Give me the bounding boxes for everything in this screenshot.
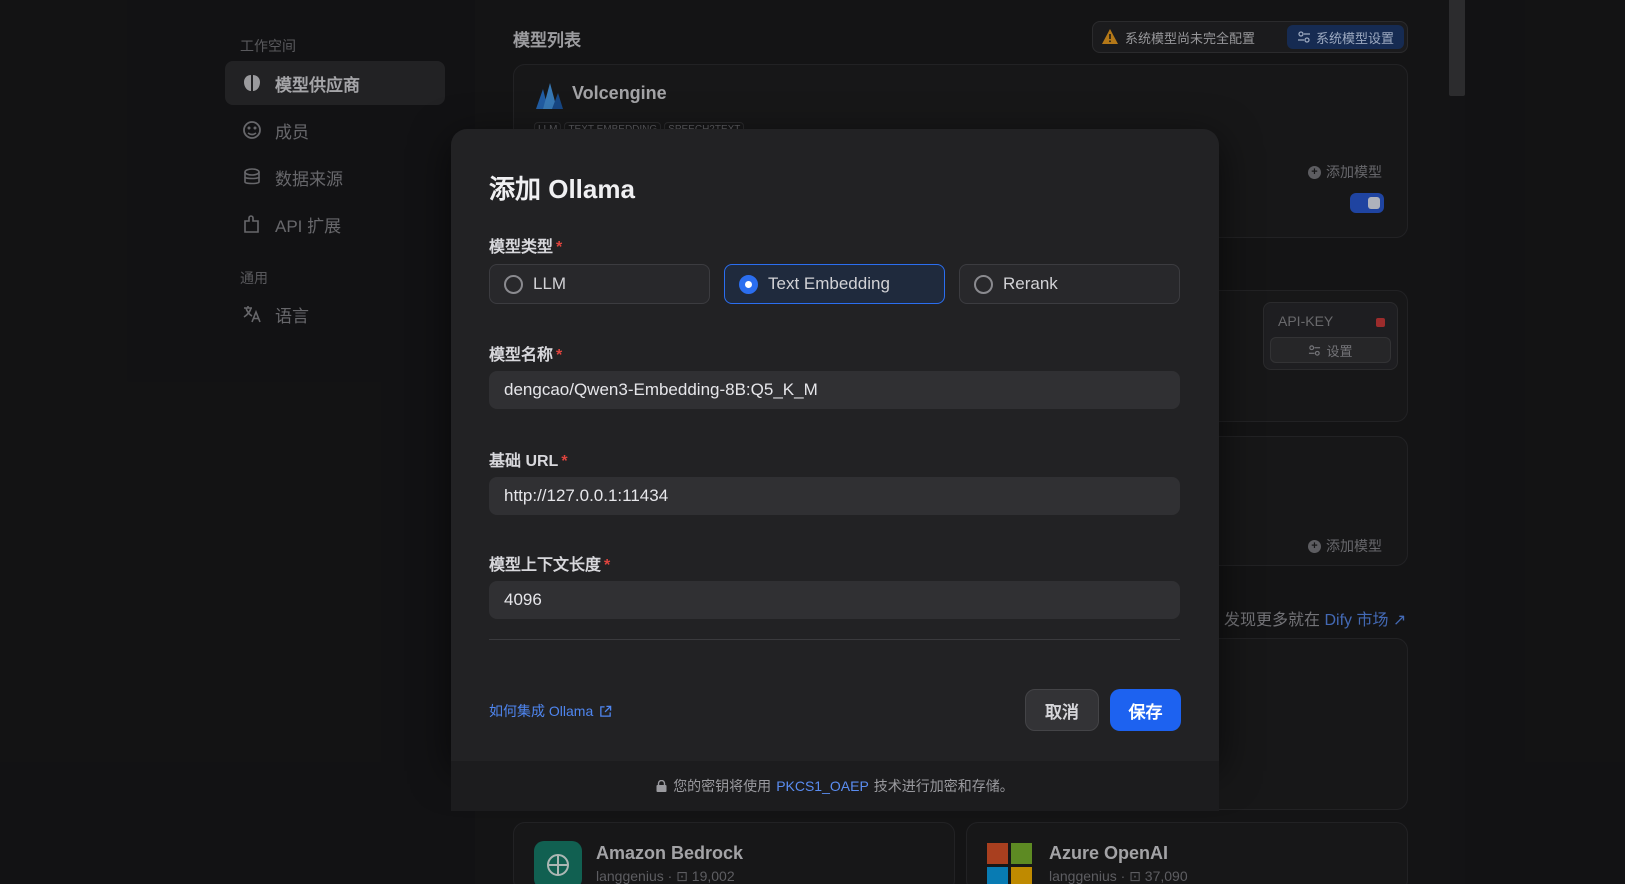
radio-option-llm[interactable]: LLM xyxy=(489,264,710,304)
radio-circle xyxy=(504,274,523,294)
pkcs1-link[interactable]: PKCS1_OAEP xyxy=(776,778,869,794)
radio-option-text-embedding[interactable]: Text Embedding xyxy=(724,264,945,304)
model-name-label: 模型名称 * xyxy=(489,341,562,365)
model-name-label-text: 模型名称 xyxy=(489,347,554,364)
radio-circle xyxy=(739,274,758,294)
base-url-label: 基础 URL * xyxy=(489,447,568,471)
radio-label: LLM xyxy=(533,274,567,293)
radio-label: Text Embedding xyxy=(768,274,890,293)
model-type-label: 模型类型 * xyxy=(489,233,562,257)
context-length-label: 模型上下文长度 * xyxy=(489,551,610,575)
required-mark: * xyxy=(561,453,568,470)
add-ollama-dialog: 添加 Ollama 模型类型 * LLM Text Embedding Reran… xyxy=(451,129,1219,761)
radio-circle xyxy=(974,274,993,294)
required-mark: * xyxy=(604,557,611,574)
encryption-notice: 您的密钥将使用 PKCS1_OAEP 技术进行加密和存储。 xyxy=(451,761,1219,811)
external-link-icon xyxy=(600,705,612,717)
model-type-label-text: 模型类型 xyxy=(489,239,554,256)
model-name-input[interactable]: dengcao/Qwen3-Embedding-8B:Q5_K_M xyxy=(489,371,1180,409)
encryption-text-prefix: 您的密钥将使用 xyxy=(673,778,772,794)
encryption-text-suffix: 技术进行加密和存储。 xyxy=(873,778,1014,794)
save-button[interactable]: 保存 xyxy=(1110,689,1181,731)
context-length-input[interactable]: 4096 xyxy=(489,581,1180,619)
help-link-label: 如何集成 Ollama xyxy=(489,703,594,719)
divider xyxy=(489,639,1180,640)
base-url-input[interactable]: http://127.0.0.1:11434 xyxy=(489,477,1180,515)
app-root: 工作空间 模型供应商 成员 数据来源 API 扩展 通用 语言 模型列表 系统模… xyxy=(0,0,1625,884)
ollama-help-link[interactable]: 如何集成 Ollama xyxy=(489,701,612,721)
base-url-label-text: 基础 URL xyxy=(489,453,559,470)
lock-icon xyxy=(656,780,667,792)
cancel-button[interactable]: 取消 xyxy=(1025,689,1099,731)
required-mark: * xyxy=(556,239,563,256)
dialog-title: 添加 Ollama xyxy=(489,174,635,204)
required-mark: * xyxy=(556,347,563,364)
radio-option-rerank[interactable]: Rerank xyxy=(959,264,1180,304)
context-length-label-text: 模型上下文长度 xyxy=(489,557,602,574)
radio-label: Rerank xyxy=(1003,274,1058,293)
